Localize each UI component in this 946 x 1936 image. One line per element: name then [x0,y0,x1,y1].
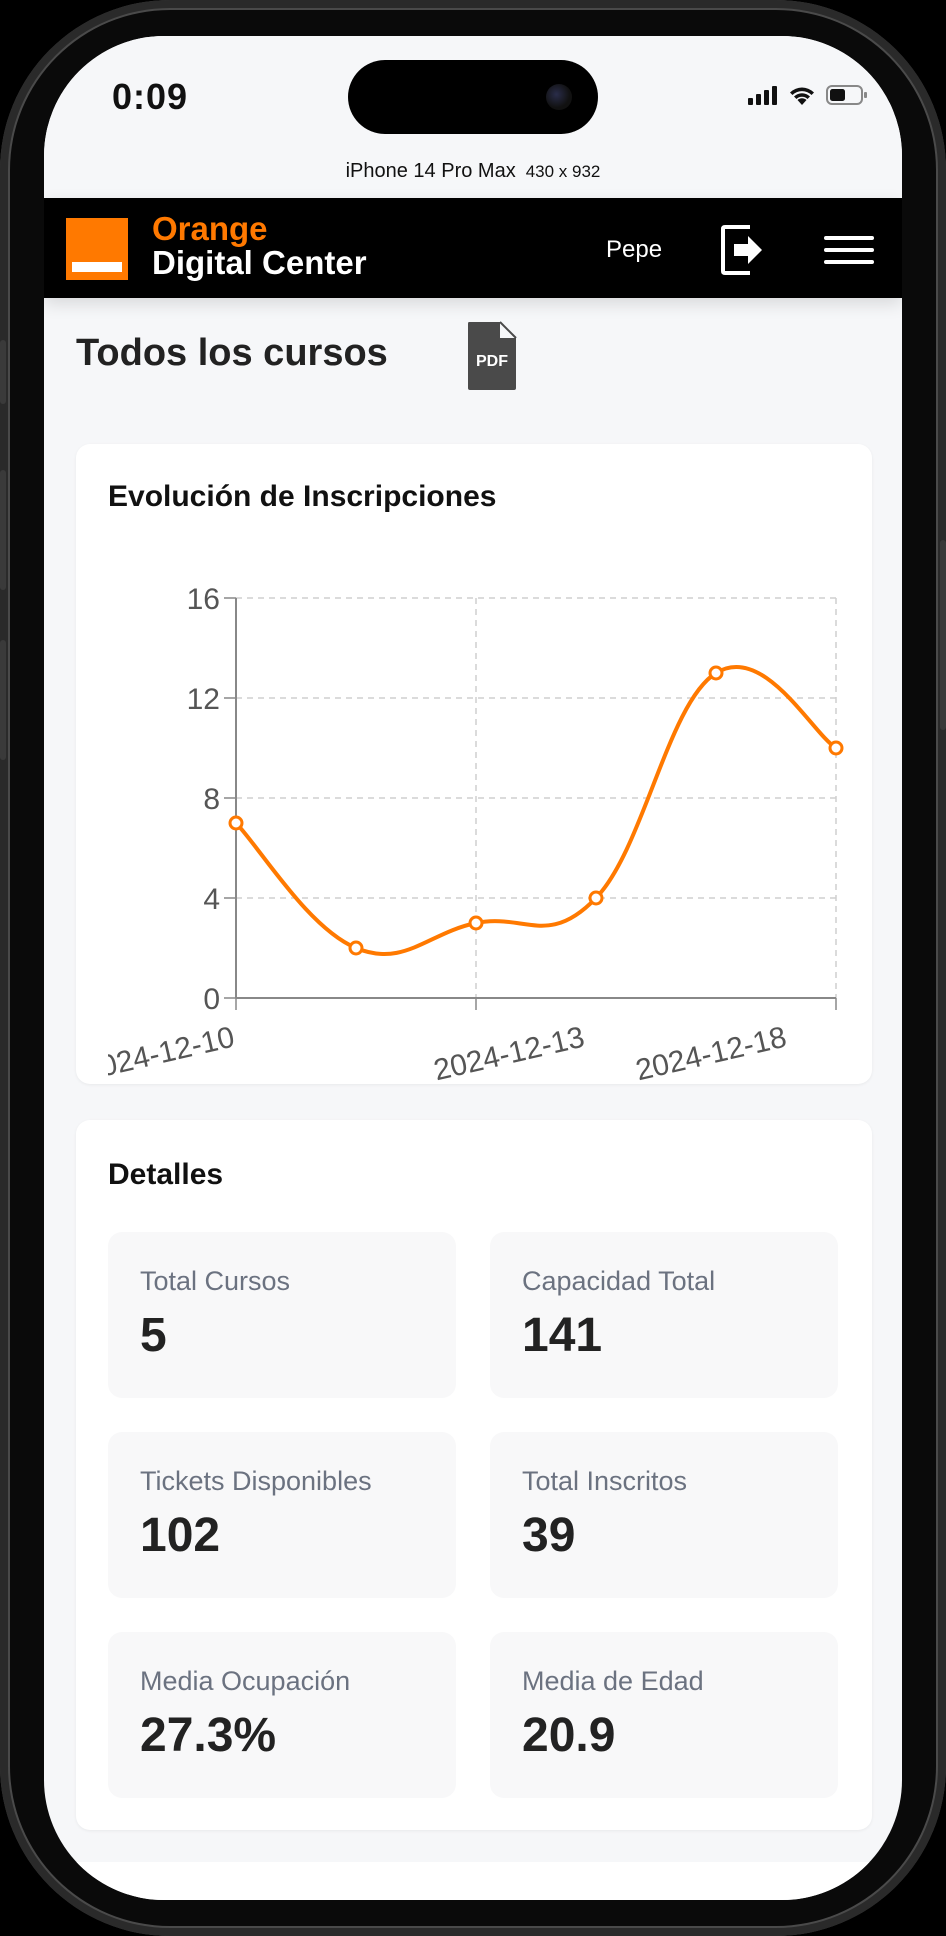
hamburger-line [824,248,874,252]
stat-card-capacidad-total: Capacidad Total 141 [490,1232,838,1398]
battery-icon [826,85,867,105]
stat-label: Total Cursos [140,1266,291,1296]
phone-side-button [0,640,6,760]
dynamic-island [348,60,598,134]
stat-value: 20.9 [522,1709,616,1762]
menu-button[interactable] [824,236,874,266]
data-point [468,915,484,931]
stat-card-media-de-edad: Media de Edad 20.9 [490,1632,838,1798]
y-tick-label: 8 [203,783,220,816]
home-indicator-area [44,1862,902,1900]
stat-label: Capacidad Total [522,1266,716,1296]
stat-label: Media Ocupación [140,1666,351,1696]
phone-side-button [940,540,946,730]
user-name[interactable]: Pepe [606,236,662,264]
orange-logo-icon[interactable] [66,218,128,280]
device-dims: 430 x 932 [525,162,601,181]
stat-value: 39 [522,1509,576,1562]
data-point [348,940,364,956]
stat-card-tickets-disponibles: Tickets Disponibles 102 [108,1432,456,1598]
status-icons [748,84,868,106]
hamburger-menu-icon [824,236,874,240]
stat-card-total-inscritos: Total Inscritos 39 [490,1432,838,1598]
device-label: iPhone 14 Pro Max 430 x 932 [44,160,902,183]
pdf-file-icon: PDF [468,321,517,390]
camera-icon [546,84,572,110]
details-card-title: Detalles [108,1158,224,1191]
y-tick-label: 16 [187,583,220,616]
chart-card: Evolución de Inscripciones 0 4 8 12 16 2024-… [76,444,872,1084]
stat-label: Tickets Disponibles [140,1466,372,1496]
status-bar: 0:09 iPhone 14 Pro Max 430 x 932 [44,36,902,196]
stat-label: Total Inscritos [522,1466,688,1496]
phone-side-button [0,340,6,404]
details-card: Detalles Total Cursos 5 Capacidad Total … [76,1120,872,1830]
data-point [708,665,724,681]
x-tick-label: 2024-12-18 [633,1021,790,1084]
stat-value: 5 [140,1309,167,1362]
stat-label: Media de Edad [522,1666,704,1696]
stat-card-total-cursos: Total Cursos 5 [108,1232,456,1398]
brand-name-orange[interactable]: Orange [152,210,268,248]
page-title: Todos los cursos [76,332,388,374]
x-tick-label: 2024-12-10 [81,1021,238,1084]
stat-card-media-ocupacion: Media Ocupación 27.3% [108,1632,456,1798]
cellular-signal-icon [748,86,777,105]
stat-value: 141 [522,1309,603,1362]
pdf-label: PDF [476,353,508,370]
hamburger-line [824,260,874,264]
series-line [234,664,838,956]
enrollment-line-chart: 0 4 8 12 16 2024-12-10 2024-12-13 2024-12-18 [81,583,844,1084]
y-tick-label: 0 [203,983,220,1016]
logout-icon [721,225,762,275]
y-tick-label: 12 [187,683,220,716]
y-tick-label: 4 [203,883,220,916]
stat-value: 27.3% [140,1709,277,1762]
data-point [588,890,604,906]
wifi-icon [790,87,814,105]
status-time: 0:09 [112,76,189,117]
top-navbar: Orange Digital Center Pepe [44,198,902,298]
device-name: iPhone 14 Pro Max [345,160,516,182]
stat-value: 102 [140,1509,221,1562]
phone-screen: 0:09 iPhone 14 Pro Max 430 x 932 Orange … [44,36,902,1900]
logout-button[interactable] [720,224,766,276]
chart-card-title: Evolución de Inscripciones [108,480,497,513]
phone-side-button [0,470,6,590]
data-point [828,740,844,756]
pdf-export-button[interactable]: PDF [466,320,518,392]
data-point [228,815,244,831]
brand-name-digital-center[interactable]: Digital Center [152,244,367,282]
x-tick-label: 2024-12-13 [431,1021,588,1084]
